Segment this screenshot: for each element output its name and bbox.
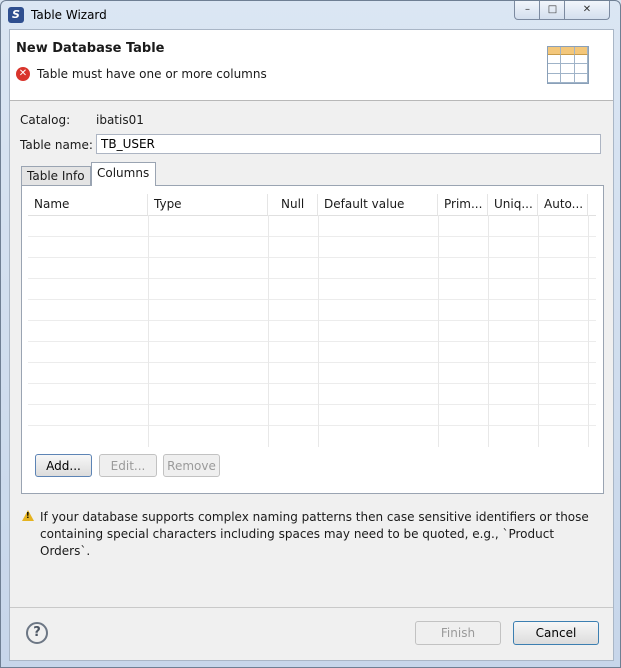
column-header-null[interactable]: Null (268, 194, 318, 215)
table-wizard-window: S Table Wizard – □ ✕ New Database Table … (0, 0, 621, 668)
tab-columns[interactable]: Columns (91, 162, 156, 186)
column-header-auto[interactable]: Auto... (538, 194, 588, 215)
add-column-button[interactable]: Add... (35, 454, 92, 477)
edit-column-button[interactable]: Edit... (99, 454, 157, 477)
column-divider (148, 215, 149, 447)
columns-table[interactable]: Name Type Null Default value Prim... Uni… (28, 194, 596, 447)
table-row[interactable] (28, 341, 596, 363)
column-divider (588, 215, 589, 447)
error-icon: ✕ (16, 67, 30, 81)
column-header-name[interactable]: Name (28, 194, 148, 215)
minimize-button[interactable]: – (514, 1, 541, 20)
title-bar: S Table Wizard – □ ✕ (1, 1, 620, 29)
table-row[interactable] (28, 278, 596, 300)
table-name-label: Table name: (20, 138, 93, 152)
table-row[interactable] (28, 362, 596, 384)
app-icon: S (8, 7, 24, 23)
finish-button[interactable]: Finish (415, 621, 501, 645)
table-name-input[interactable] (96, 134, 601, 154)
window-title: Table Wizard (31, 8, 107, 22)
footer-divider (10, 607, 613, 608)
warning-icon: ! (22, 510, 34, 521)
remove-column-button[interactable]: Remove (163, 454, 220, 477)
column-divider (538, 215, 539, 447)
table-icon (547, 46, 589, 84)
columns-table-header: Name Type Null Default value Prim... Uni… (28, 194, 596, 216)
tab-table-info[interactable]: Table Info (21, 166, 91, 185)
column-header-primary[interactable]: Prim... (438, 194, 488, 215)
wizard-header: New Database Table ✕ Table must have one… (10, 30, 613, 101)
page-title: New Database Table (16, 41, 165, 56)
warning-message: If your database supports complex naming… (40, 510, 589, 558)
help-icon[interactable]: ? (26, 622, 48, 644)
error-message: Table must have one or more columns (37, 67, 267, 81)
table-row[interactable] (28, 320, 596, 342)
table-row[interactable] (28, 236, 596, 258)
column-header-type[interactable]: Type (148, 194, 268, 215)
catalog-value: ibatis01 (96, 113, 144, 127)
column-divider (438, 215, 439, 447)
column-header-default-value[interactable]: Default value (318, 194, 438, 215)
column-divider (268, 215, 269, 447)
column-divider (318, 215, 319, 447)
table-row[interactable] (28, 299, 596, 321)
table-row[interactable] (28, 257, 596, 279)
columns-panel: Name Type Null Default value Prim... Uni… (21, 185, 604, 494)
cancel-button[interactable]: Cancel (513, 621, 599, 645)
maximize-button[interactable]: □ (539, 1, 566, 20)
table-row[interactable] (28, 404, 596, 426)
close-button[interactable]: ✕ (564, 1, 610, 20)
column-divider (488, 215, 489, 447)
table-row[interactable] (28, 215, 596, 237)
catalog-label: Catalog: (20, 113, 71, 127)
wizard-content: New Database Table ✕ Table must have one… (9, 29, 614, 661)
column-header-unique[interactable]: Uniq... (488, 194, 538, 215)
table-row[interactable] (28, 383, 596, 405)
